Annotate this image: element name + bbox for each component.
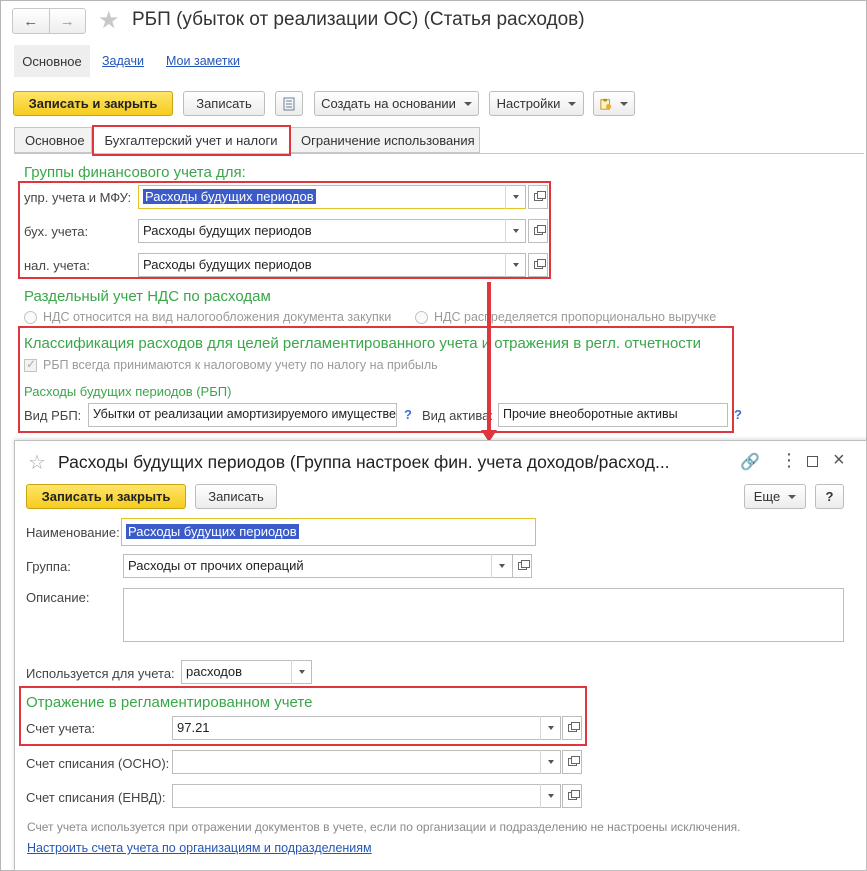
vid-aktiva-help-icon[interactable]: ? xyxy=(734,407,742,422)
nav-back-forward: ← → xyxy=(12,8,86,34)
tab-basic[interactable]: Основное xyxy=(14,127,92,153)
dialog-save-close-button[interactable]: Записать и закрыть xyxy=(26,484,186,509)
highlight-reg xyxy=(19,686,587,746)
writeoff-envd-open-icon[interactable] xyxy=(562,784,582,808)
radio-icon xyxy=(24,311,37,325)
create-based-button[interactable]: Создать на основании xyxy=(314,91,479,116)
groups-title: Группы финансового учета для: xyxy=(24,164,246,181)
forward-button[interactable]: → xyxy=(50,9,86,33)
highlight-tab xyxy=(92,125,291,156)
close-icon[interactable]: × xyxy=(833,449,845,472)
name-label: Наименование: xyxy=(26,525,120,540)
tab-usage-limits[interactable]: Ограничение использования xyxy=(290,127,480,153)
tab-main[interactable]: Основное xyxy=(14,45,90,77)
highlight-classification xyxy=(18,326,734,433)
used-dropdown-icon[interactable] xyxy=(291,660,312,684)
report-icon[interactable] xyxy=(593,91,635,116)
account-note: Счет учета используется при отражении до… xyxy=(27,820,741,834)
dialog-star-icon[interactable]: ☆ xyxy=(28,450,46,475)
name-field[interactable]: Расходы будущих периодов xyxy=(121,518,536,546)
vat-option-purchase[interactable]: НДС относится на вид налогообложения док… xyxy=(24,310,391,325)
writeoff-osno-dropdown-icon[interactable] xyxy=(540,750,561,774)
list-icon[interactable] xyxy=(275,91,303,116)
save-close-button[interactable]: Записать и закрыть xyxy=(13,91,173,116)
link-icon[interactable]: 🔗 xyxy=(740,452,760,472)
writeoff-osno-label: Счет списания (ОСНО): xyxy=(26,756,170,771)
configure-accounts-link[interactable]: Настроить счета учета по организациям и … xyxy=(27,841,372,855)
group-open-icon[interactable] xyxy=(512,554,532,578)
writeoff-envd-label: Счет списания (ЕНВД): xyxy=(26,790,166,805)
tab-tasks[interactable]: Задачи xyxy=(102,54,144,68)
dialog-help-button[interactable]: ? xyxy=(815,484,844,509)
writeoff-envd-field[interactable] xyxy=(172,784,561,808)
group-dropdown-icon[interactable] xyxy=(491,554,512,578)
group-label: Группа: xyxy=(26,559,71,574)
writeoff-osno-open-icon[interactable] xyxy=(562,750,582,774)
writeoff-envd-dropdown-icon[interactable] xyxy=(540,784,561,808)
dialog-save-button[interactable]: Записать xyxy=(195,484,277,509)
used-label: Используется для учета: xyxy=(26,666,175,681)
dialog-more-button[interactable]: Еще xyxy=(744,484,806,509)
writeoff-osno-field[interactable] xyxy=(172,750,561,774)
tab-notes[interactable]: Мои заметки xyxy=(166,54,240,68)
dialog-title: Расходы будущих периодов (Группа настрое… xyxy=(58,452,670,472)
arrow-connector xyxy=(487,282,491,432)
desc-label: Описание: xyxy=(26,590,90,605)
radio-icon xyxy=(415,311,428,325)
highlight-groups xyxy=(18,181,551,279)
back-button[interactable]: ← xyxy=(13,9,50,33)
desc-field[interactable] xyxy=(123,588,844,642)
window-title: РБП (убыток от реализации ОС) (Статья ра… xyxy=(132,9,585,30)
vat-title: Раздельный учет НДС по расходам xyxy=(24,288,271,305)
group-field[interactable]: Расходы от прочих операций xyxy=(123,554,513,578)
maximize-icon[interactable] xyxy=(807,456,818,467)
settings-button[interactable]: Настройки xyxy=(489,91,584,116)
favorite-star-icon[interactable]: ★ xyxy=(98,6,120,35)
vat-option-proportional[interactable]: НДС распределяется пропорционально выруч… xyxy=(415,310,716,325)
save-button[interactable]: Записать xyxy=(183,91,265,116)
more-vert-icon[interactable]: ⋮ xyxy=(780,450,798,471)
